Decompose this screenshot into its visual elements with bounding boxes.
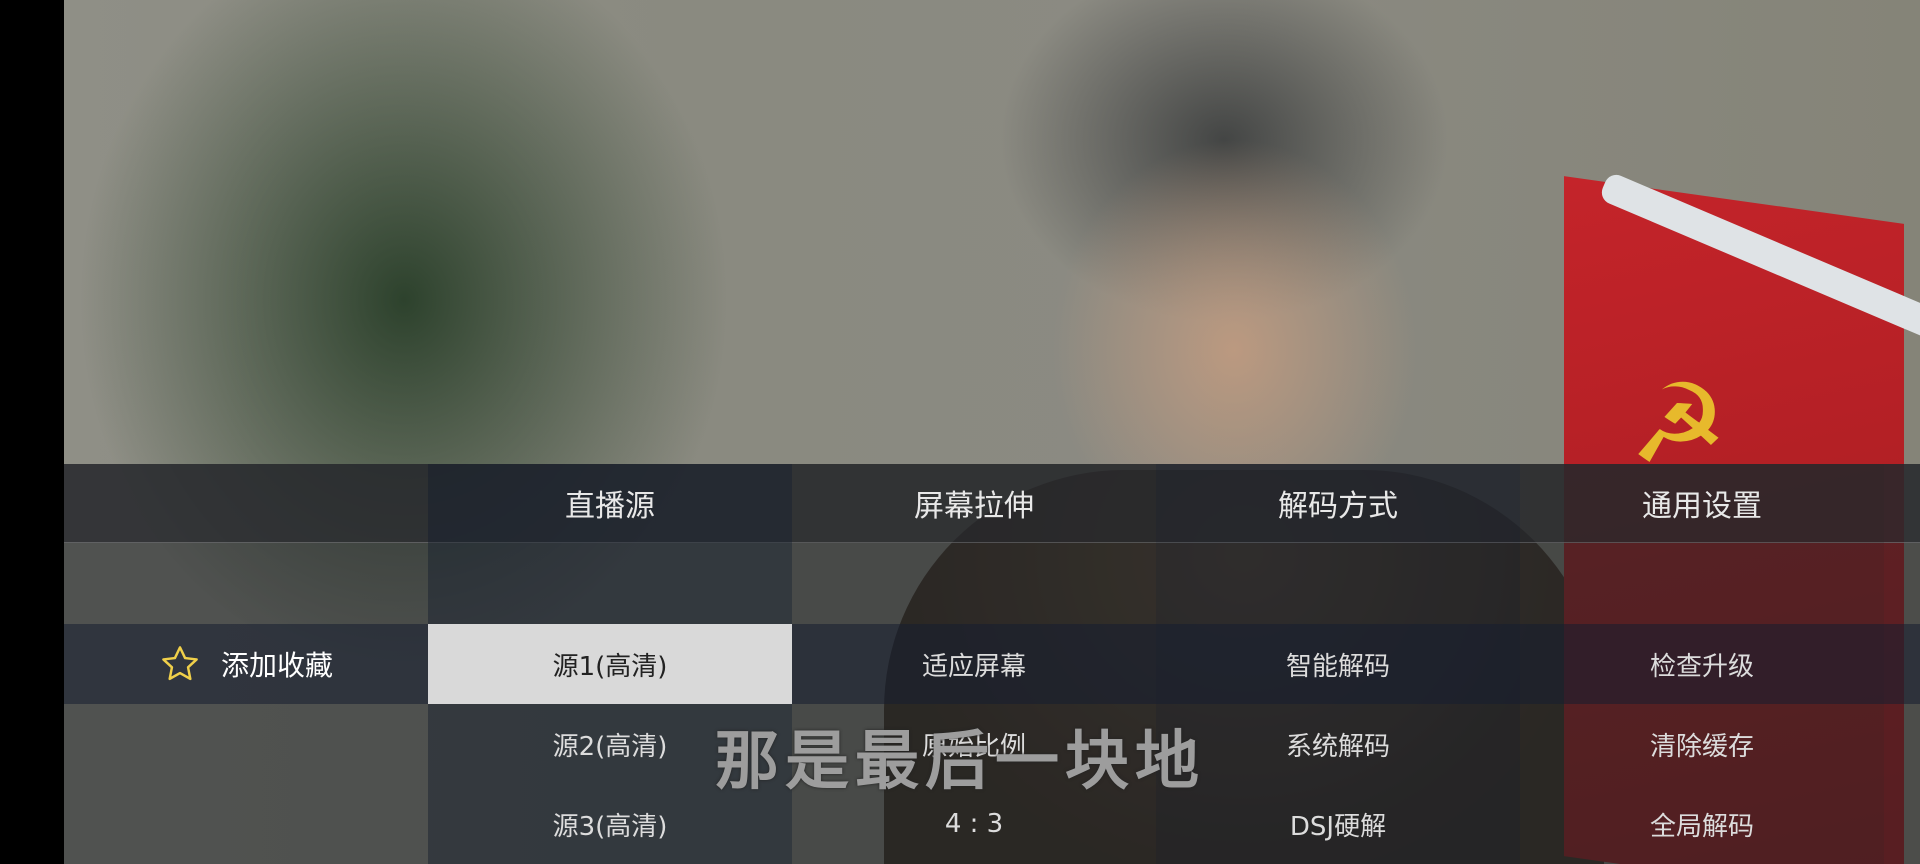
settings-global-decode[interactable]: 全局解码 [1520,784,1884,864]
settings-menu-panel: 直播源 屏幕拉伸 解码方式 通用设置 添加收藏 源1(高清) 源2(高清) 源3… [64,464,1920,864]
source-option-1[interactable]: 源1(高清) [428,624,792,704]
add-favorite-label: 添加收藏 [220,649,333,682]
stretch-option-original[interactable]: 原始比例 [792,704,1156,784]
tab-decode-mode[interactable]: 解码方式 [1156,464,1520,542]
settings-clear-cache[interactable]: 清除缓存 [1520,704,1884,784]
decode-option-dsj-hardware[interactable]: DSJ硬解 [1156,784,1520,864]
source-option-3[interactable]: 源3(高清) [428,784,792,864]
star-outline-icon [162,646,198,681]
tab-screen-stretch[interactable]: 屏幕拉伸 [792,464,1156,542]
tab-live-source[interactable]: 直播源 [428,464,792,542]
settings-check-update[interactable]: 检查升级 [1520,624,1884,704]
left-black-bar [0,0,64,864]
stretch-option-fit-screen[interactable]: 适应屏幕 [792,624,1156,704]
decode-option-smart[interactable]: 智能解码 [1156,624,1520,704]
decode-option-system[interactable]: 系统解码 [1156,704,1520,784]
tab-general-settings[interactable]: 通用设置 [1520,464,1884,542]
stretch-option-4-3[interactable]: 4 : 3 [792,784,1156,864]
add-favorite-button[interactable]: 添加收藏 [64,624,428,704]
source-option-2[interactable]: 源2(高清) [428,704,792,784]
